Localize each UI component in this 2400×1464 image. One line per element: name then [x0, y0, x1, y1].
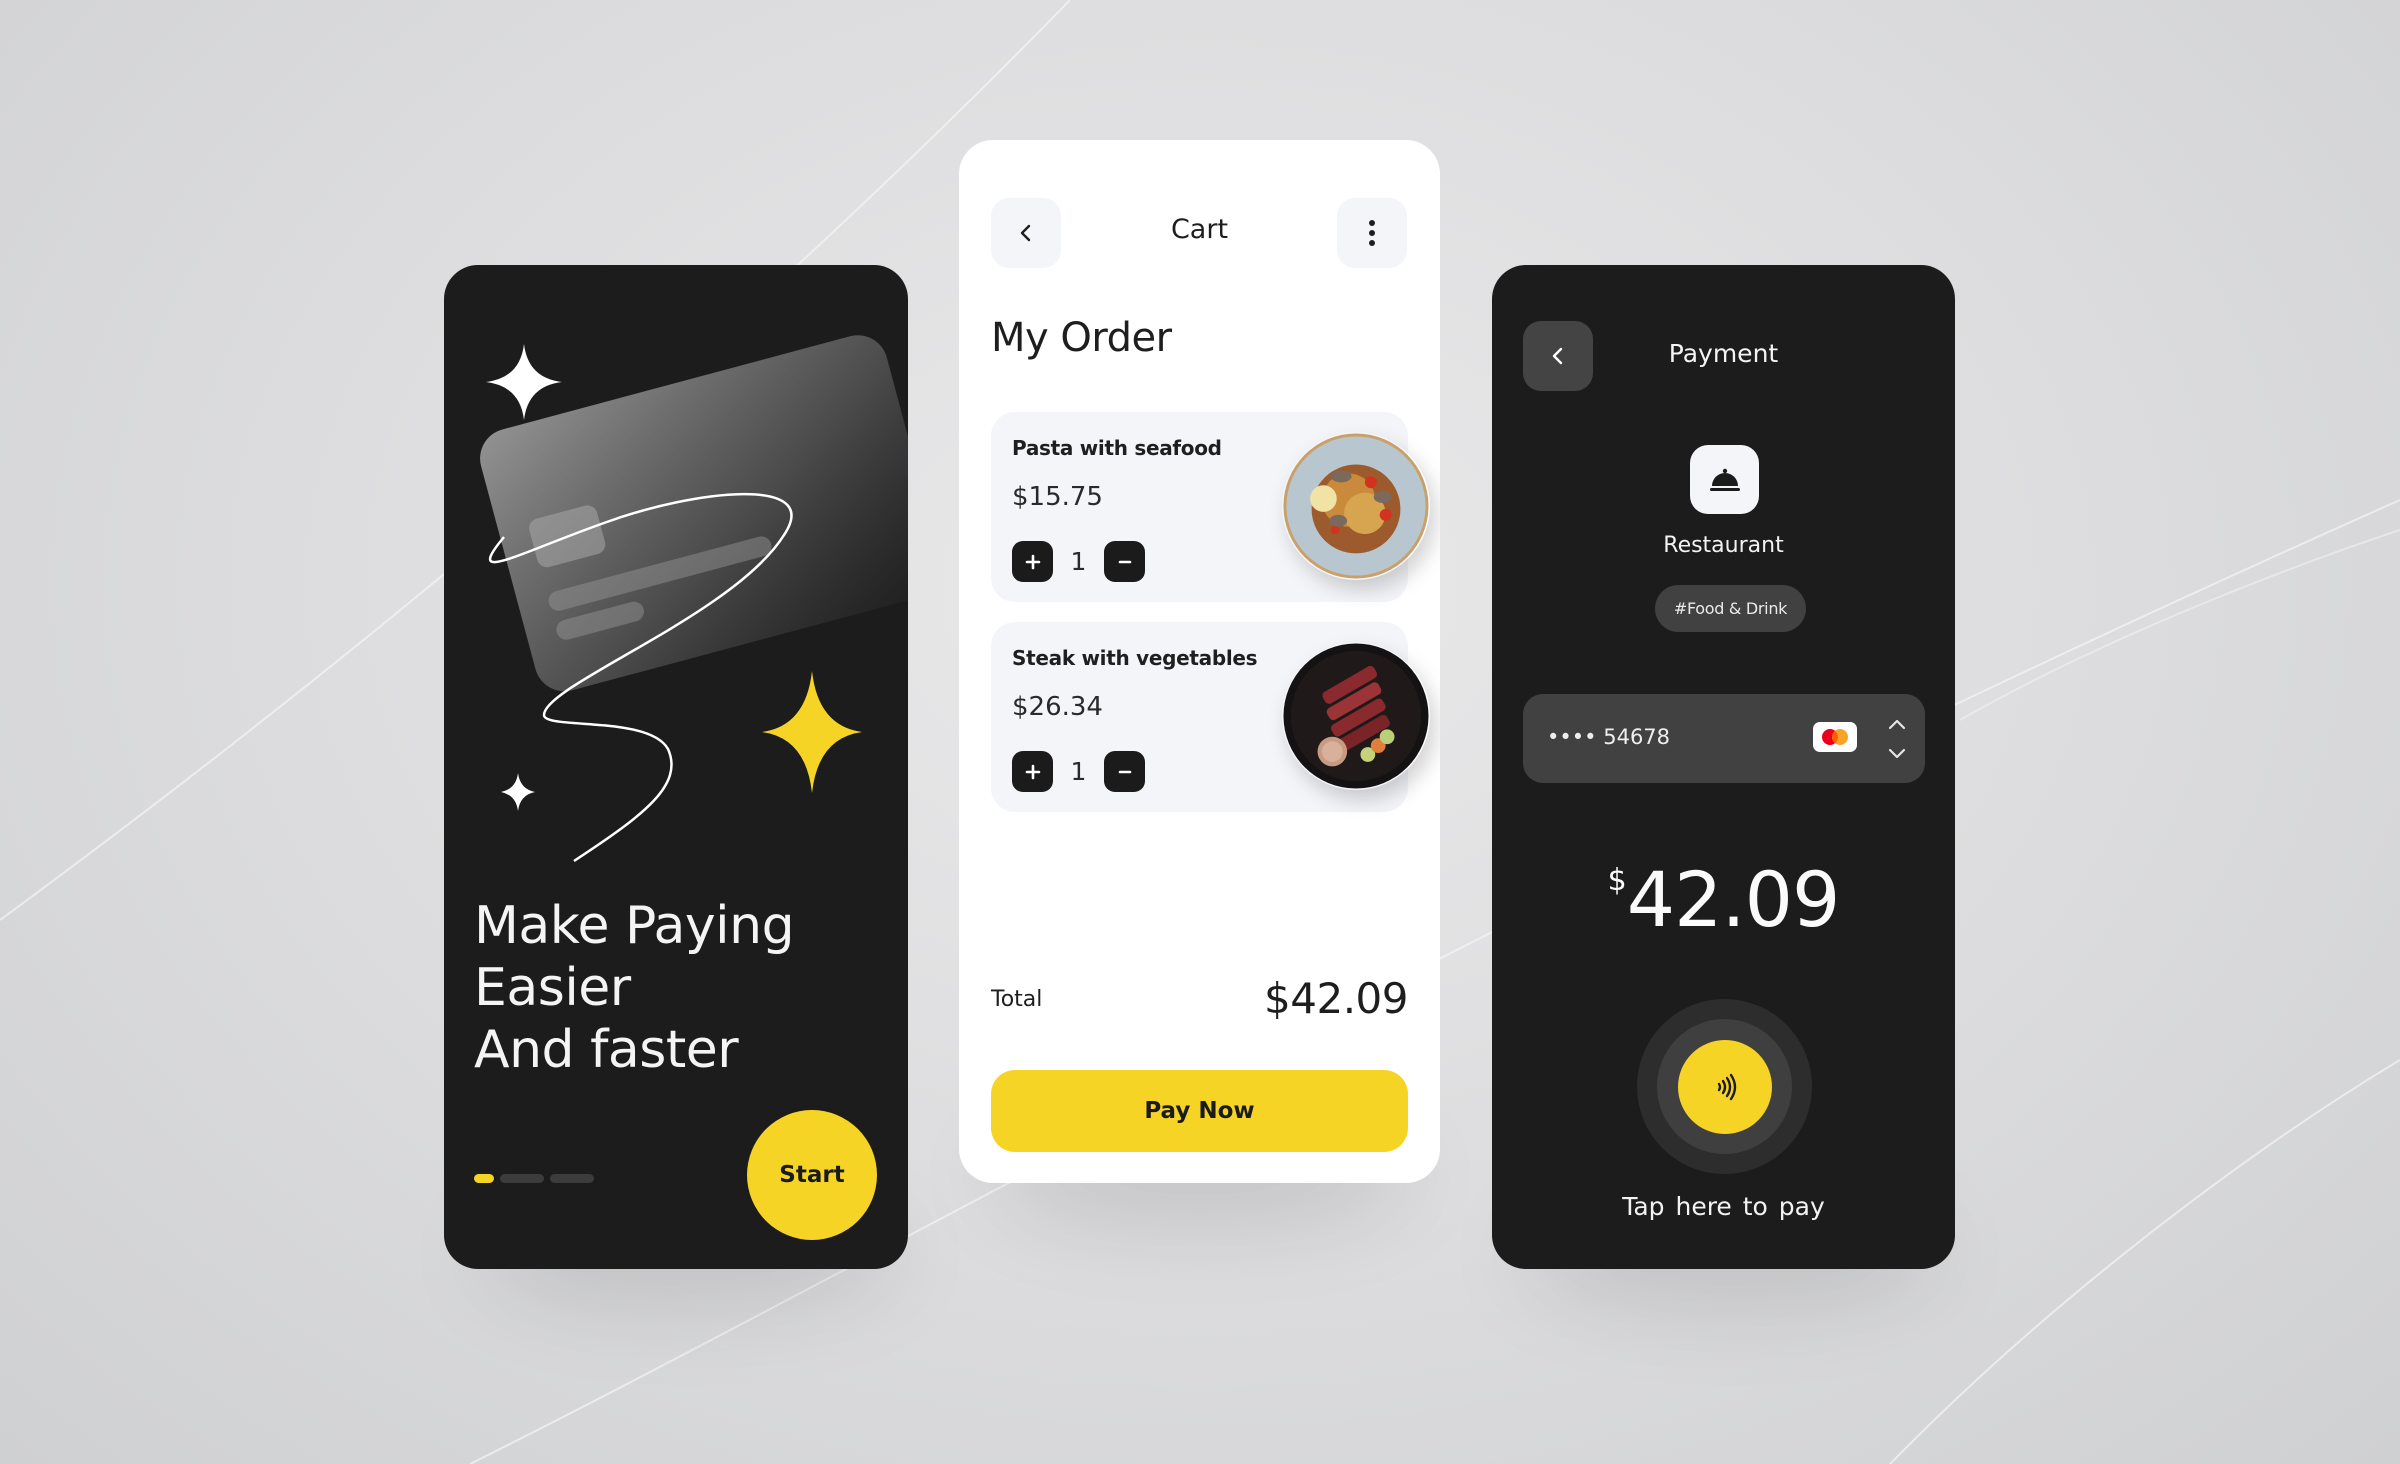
category-tag[interactable]: #Food & Drink — [1655, 585, 1806, 632]
plus-icon — [1025, 554, 1040, 569]
quantity-value: 1 — [1070, 547, 1087, 576]
chevron-up-down-icon[interactable] — [1885, 716, 1909, 762]
sparkle-icon — [762, 671, 862, 793]
item-price: $26.34 — [1012, 692, 1103, 722]
mastercard-logo — [1813, 722, 1857, 752]
tap-to-pay-button[interactable] — [1677, 1039, 1772, 1134]
quantity-stepper: 1 — [1012, 541, 1145, 582]
tap-to-pay-label: Tap here to pay — [1622, 1192, 1825, 1221]
total-label: Total — [991, 987, 1043, 1012]
contactless-icon — [1717, 1073, 1736, 1100]
screen-title: Payment — [1668, 339, 1779, 368]
headline-line: Easier — [474, 958, 631, 1018]
page-dot[interactable] — [550, 1174, 594, 1183]
amount-value: 42.09 — [1626, 855, 1841, 944]
card-number: •••• 54678 — [1547, 725, 1671, 749]
payment-screen: Payment Restaurant #Food & Drink •••• 54… — [1492, 265, 1955, 1269]
increase-quantity-button[interactable] — [1012, 541, 1053, 582]
onboarding-headline: Make Paying Easier And faster — [474, 895, 894, 1081]
total-value: $42.09 — [1264, 974, 1408, 1023]
item-name: Steak with vegetables — [1012, 646, 1258, 670]
headline-line: Make Paying — [474, 896, 795, 956]
onboarding-screen: Make Paying Easier And faster Start — [444, 265, 908, 1269]
cloche-icon — [1709, 468, 1740, 491]
decrease-quantity-button[interactable] — [1104, 751, 1145, 792]
currency-symbol: $ — [1607, 863, 1627, 898]
credit-card-illustration — [480, 335, 908, 863]
headline-line: And faster — [474, 1020, 739, 1080]
increase-quantity-button[interactable] — [1012, 751, 1053, 792]
payment-amount: $42.09 — [1492, 855, 1955, 944]
page-dot[interactable] — [500, 1174, 544, 1183]
more-vertical-icon — [1369, 220, 1375, 246]
steak-plate-image — [1282, 642, 1430, 790]
quantity-value: 1 — [1070, 757, 1087, 786]
decrease-quantity-button[interactable] — [1104, 541, 1145, 582]
pasta-plate-image — [1282, 432, 1430, 580]
item-price: $15.75 — [1012, 482, 1103, 512]
merchant-logo — [1690, 445, 1759, 514]
cart-item: Steak with vegetables $26.34 1 — [991, 622, 1429, 812]
minus-icon — [1118, 770, 1131, 773]
item-name: Pasta with seafood — [1012, 436, 1222, 460]
minus-icon — [1118, 560, 1131, 563]
cart-item: Pasta with seafood $15.75 1 — [991, 412, 1429, 602]
card-selector[interactable]: •••• 54678 — [1523, 694, 1925, 783]
tap-ring — [1657, 1019, 1792, 1154]
page-dot-active[interactable] — [474, 1174, 494, 1183]
cart-screen: Cart My Order Pasta with seafood $15.75 … — [959, 140, 1440, 1183]
start-button[interactable]: Start — [747, 1110, 877, 1240]
more-options-button[interactable] — [1337, 198, 1407, 268]
plus-icon — [1025, 764, 1040, 779]
tap-to-pay-area — [1637, 999, 1812, 1174]
page-indicator — [474, 1174, 594, 1183]
sparkle-icon — [486, 344, 562, 420]
pay-now-button[interactable]: Pay Now — [991, 1070, 1408, 1152]
merchant-name: Restaurant — [1663, 533, 1784, 558]
sparkle-icon — [501, 773, 535, 811]
page-heading: My Order — [991, 315, 1172, 361]
quantity-stepper: 1 — [1012, 751, 1145, 792]
